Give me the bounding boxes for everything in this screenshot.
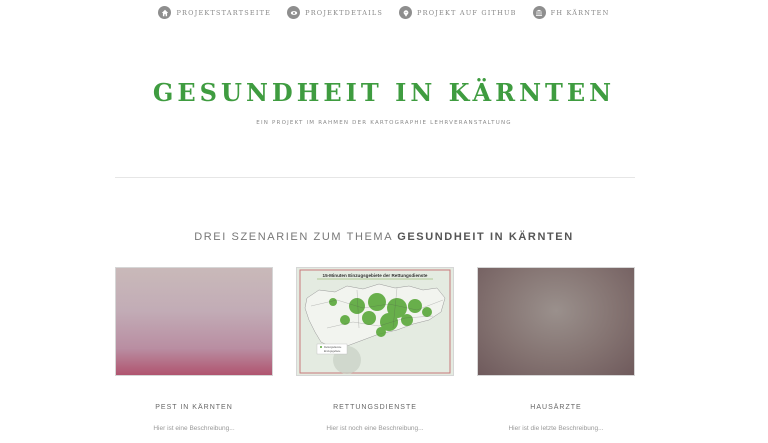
- page-title: GESUNDHEIT IN KÄRNTEN: [152, 78, 616, 107]
- nav-label: Projektstartseite: [176, 8, 272, 17]
- card-title[interactable]: Rettungsdienste: [296, 404, 454, 411]
- card-hausaerzte: Hausärzte Hier ist die letzte Beschreibu…: [477, 267, 635, 432]
- rescue-map-thumbnail: 15-Minuten Einzugsgebiete der Rettungsdi…: [297, 268, 453, 375]
- section-heading-strong: GESUNDHEIT IN KÄRNTEN: [397, 231, 574, 243]
- map-title: 15-Minuten Einzugsgebiete der Rettungsdi…: [323, 273, 428, 278]
- card-image-pest[interactable]: [115, 267, 273, 376]
- card-image-hausaerzte[interactable]: [477, 267, 635, 376]
- card-title[interactable]: Pest in Kärnten: [115, 404, 273, 411]
- nav-item-fh-kaernten[interactable]: FH Kärnten: [532, 6, 610, 19]
- map-legend-item: Rettungsdienste: [324, 346, 342, 349]
- map-legend-item: Einzugsgebiete: [324, 350, 341, 353]
- nav-item-github[interactable]: Projekt auf GitHub: [399, 6, 517, 19]
- card-pest: Pest in Kärnten Hier ist eine Beschreibu…: [115, 267, 273, 432]
- card-description: Hier ist noch eine Beschreibung...: [326, 425, 424, 432]
- header-divider: [115, 177, 635, 178]
- section-heading-prefix: DREI SZENARIEN ZUM THEMA: [194, 231, 393, 243]
- card-description: Hier ist eine Beschreibung...: [153, 425, 235, 432]
- nav-item-projektdetails[interactable]: Projektdetails: [287, 6, 383, 19]
- top-nav: Projektstartseite Projektdetails Projekt…: [0, 6, 768, 19]
- eye-icon: [287, 6, 301, 19]
- nav-label: Projekt auf GitHub: [417, 8, 517, 17]
- section-heading: DREI SZENARIEN ZUM THEMA GESUNDHEIT IN K…: [0, 231, 768, 243]
- card-title[interactable]: Hausärzte: [477, 404, 635, 411]
- nav-label: FH Kärnten: [550, 8, 610, 17]
- home-icon: [158, 6, 172, 19]
- card-rettungsdienste: 15-Minuten Einzugsgebiete der Rettungsdi…: [296, 267, 454, 432]
- card-description: Hier ist die letzte Beschreibung...: [508, 425, 604, 432]
- institution-icon: [532, 6, 546, 19]
- nav-label: Projektdetails: [305, 8, 384, 17]
- card-image-rettungsdienste[interactable]: 15-Minuten Einzugsgebiete der Rettungsdi…: [296, 267, 454, 376]
- nav-item-projektstartseite[interactable]: Projektstartseite: [158, 6, 271, 19]
- github-icon: [399, 6, 413, 19]
- page-subtitle: Ein Projekt im Rahmen der Kartographie L…: [256, 120, 512, 126]
